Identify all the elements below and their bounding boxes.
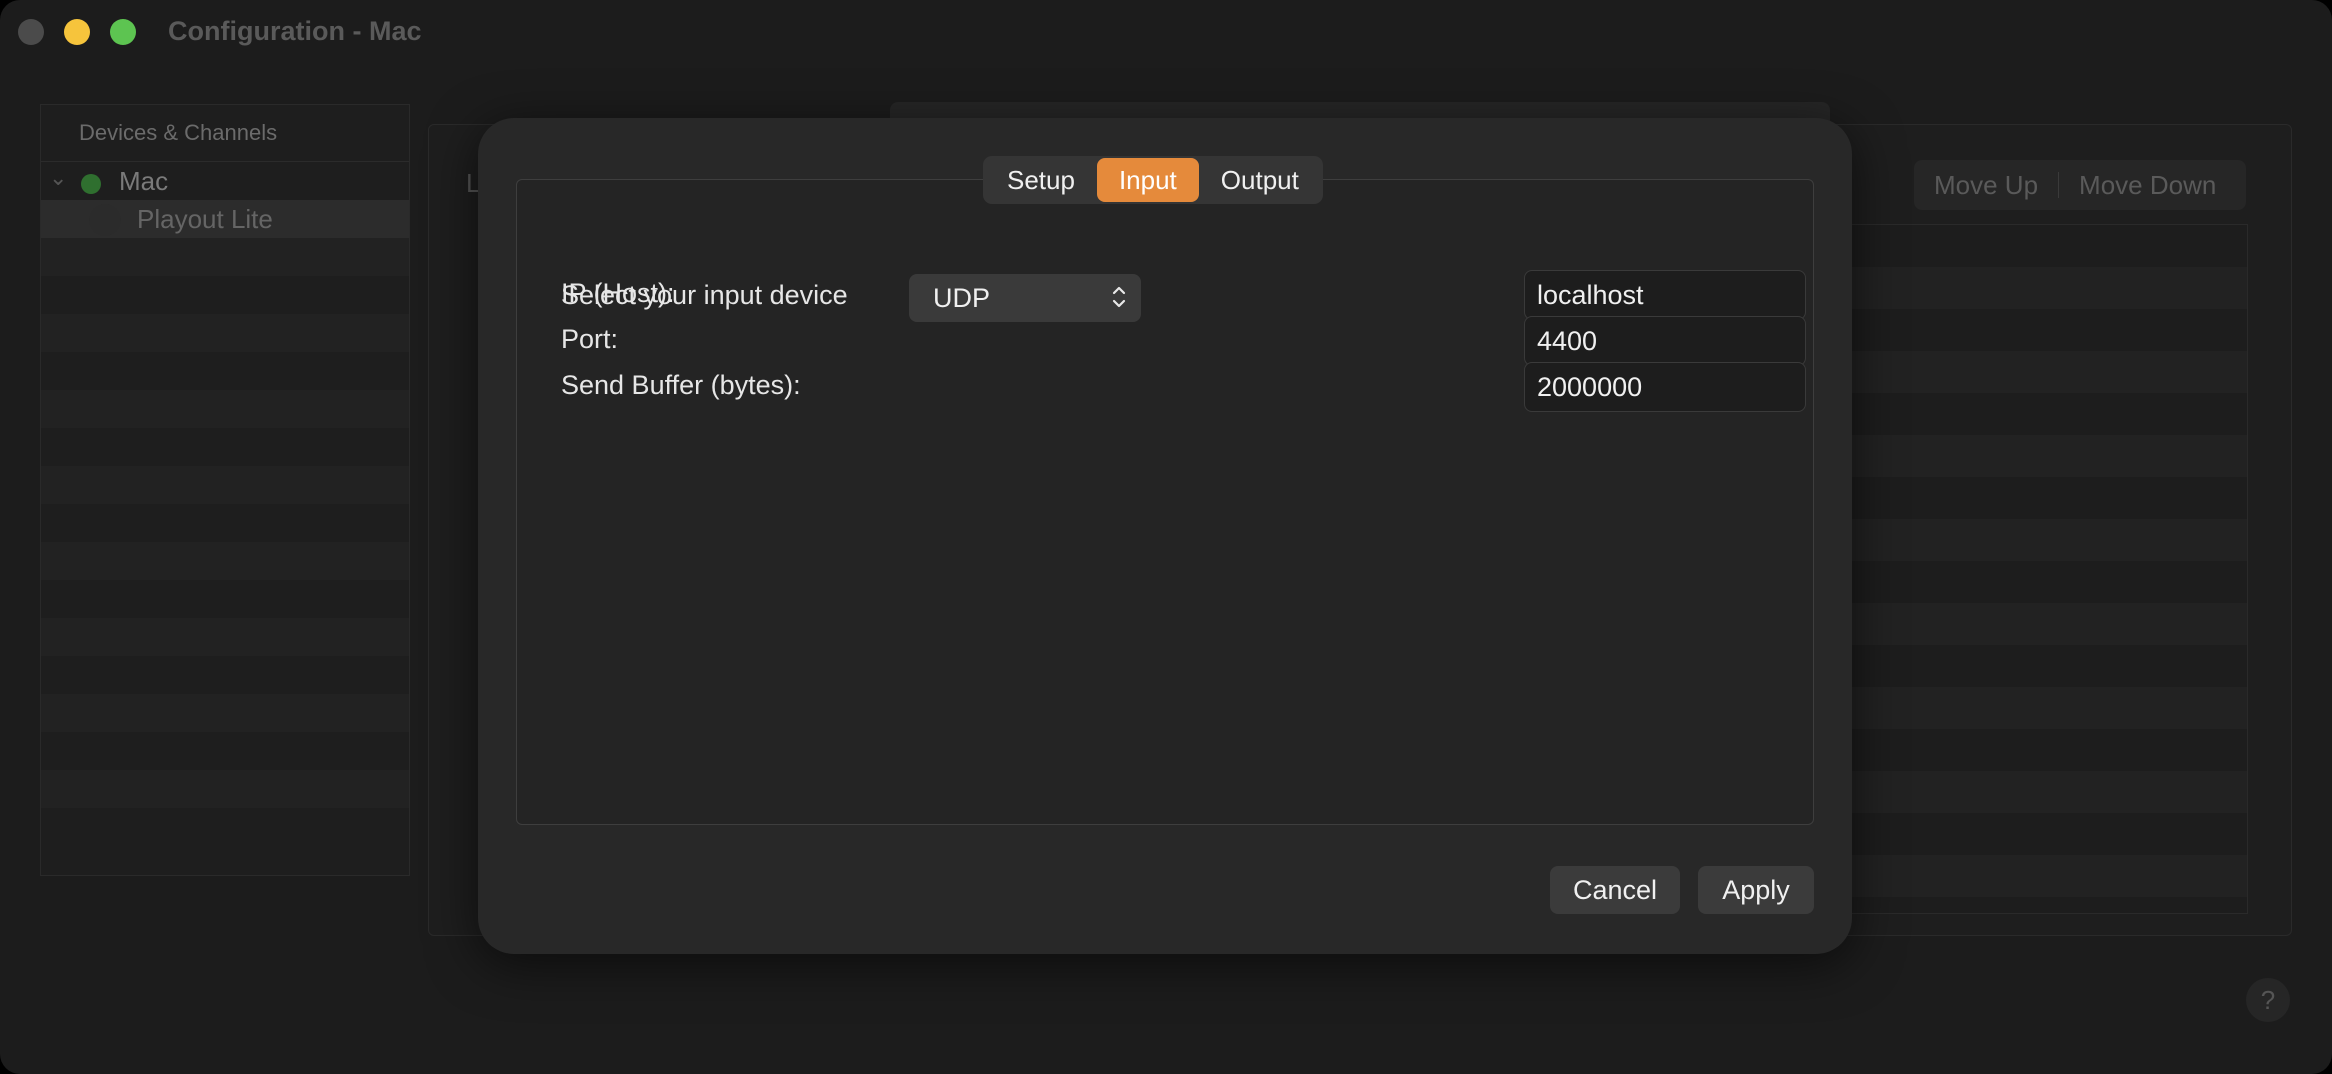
input-config-dialog: Select your input device UDP IP (Host): … [478,118,1852,954]
tree-item-label: Mac [119,166,169,196]
list-item [41,770,409,808]
chevron-down-icon[interactable]: ⌄ [49,165,67,191]
list-item [41,580,409,618]
list-item [41,504,409,542]
apply-button[interactable]: Apply [1698,866,1814,914]
list-item [41,732,409,770]
list-item [41,238,409,276]
cancel-button[interactable]: Cancel [1550,866,1680,914]
port-input[interactable] [1524,316,1806,366]
send-buffer-input[interactable] [1524,362,1806,412]
port-label: Port: [561,324,619,354]
channel-icon [89,204,121,236]
tab-output[interactable]: Output [1199,158,1321,202]
table-row [1847,771,2247,813]
tab-input[interactable]: Input [1096,158,1199,202]
list-item [41,656,409,694]
list-item [41,808,409,846]
tree-item-mac[interactable]: ⌄ Mac [41,162,409,200]
dialog-tab-control: Setup Input Output [983,156,1323,204]
window-title: Configuration - Mac [168,16,422,46]
list-item [41,276,409,314]
configuration-window: Configuration - Mac Devices & Channels ⌄… [0,0,2332,1074]
table-row [1847,561,2247,603]
tab-setup[interactable]: Setup [985,158,1097,202]
status-dot-icon [81,174,101,194]
list-item [41,542,409,580]
table-row [1847,351,2247,393]
help-button[interactable]: ? [2246,978,2290,1022]
list-item [41,428,409,466]
table-row [1847,393,2247,435]
move-down-button[interactable]: Move Down [2059,170,2236,201]
move-up-button[interactable]: Move Up [1914,170,2058,201]
sidebar-empty-rows [41,238,409,846]
table-row [1847,687,2247,729]
list-item [41,390,409,428]
table-row [1847,225,2247,267]
table-row [1847,435,2247,477]
dialog-content-box: Select your input device UDP IP (Host): … [516,179,1814,825]
zoom-window-button[interactable] [110,19,136,45]
list-item [41,314,409,352]
send-buffer-label: Send Buffer (bytes): [561,370,801,400]
tree-item-playout-lite[interactable]: Playout Lite [41,200,409,238]
input-device-value: UDP [933,283,991,313]
sidebar-header: Devices & Channels [41,105,409,162]
table-row [1847,855,2247,897]
table-row [1847,309,2247,351]
list-item [41,694,409,732]
minimize-window-button[interactable] [64,19,90,45]
background-table [1846,224,2248,914]
up-down-chevron-icon [1112,286,1126,308]
table-row [1847,729,2247,771]
list-item [41,352,409,390]
table-row [1847,603,2247,645]
move-button-group: Move Up Move Down [1914,160,2246,210]
table-row [1847,267,2247,309]
tree-item-label: Playout Lite [137,204,273,234]
ip-host-input[interactable] [1524,270,1806,320]
list-item [41,618,409,656]
ip-host-label: IP (Host): [561,278,675,308]
devices-sidebar: Devices & Channels ⌄ Mac Playout Lite [40,104,410,876]
table-row [1847,519,2247,561]
input-device-select[interactable]: UDP [909,274,1141,322]
table-row [1847,813,2247,855]
close-window-button[interactable] [18,19,44,45]
list-item [41,466,409,504]
table-row [1847,477,2247,519]
table-row [1847,645,2247,687]
